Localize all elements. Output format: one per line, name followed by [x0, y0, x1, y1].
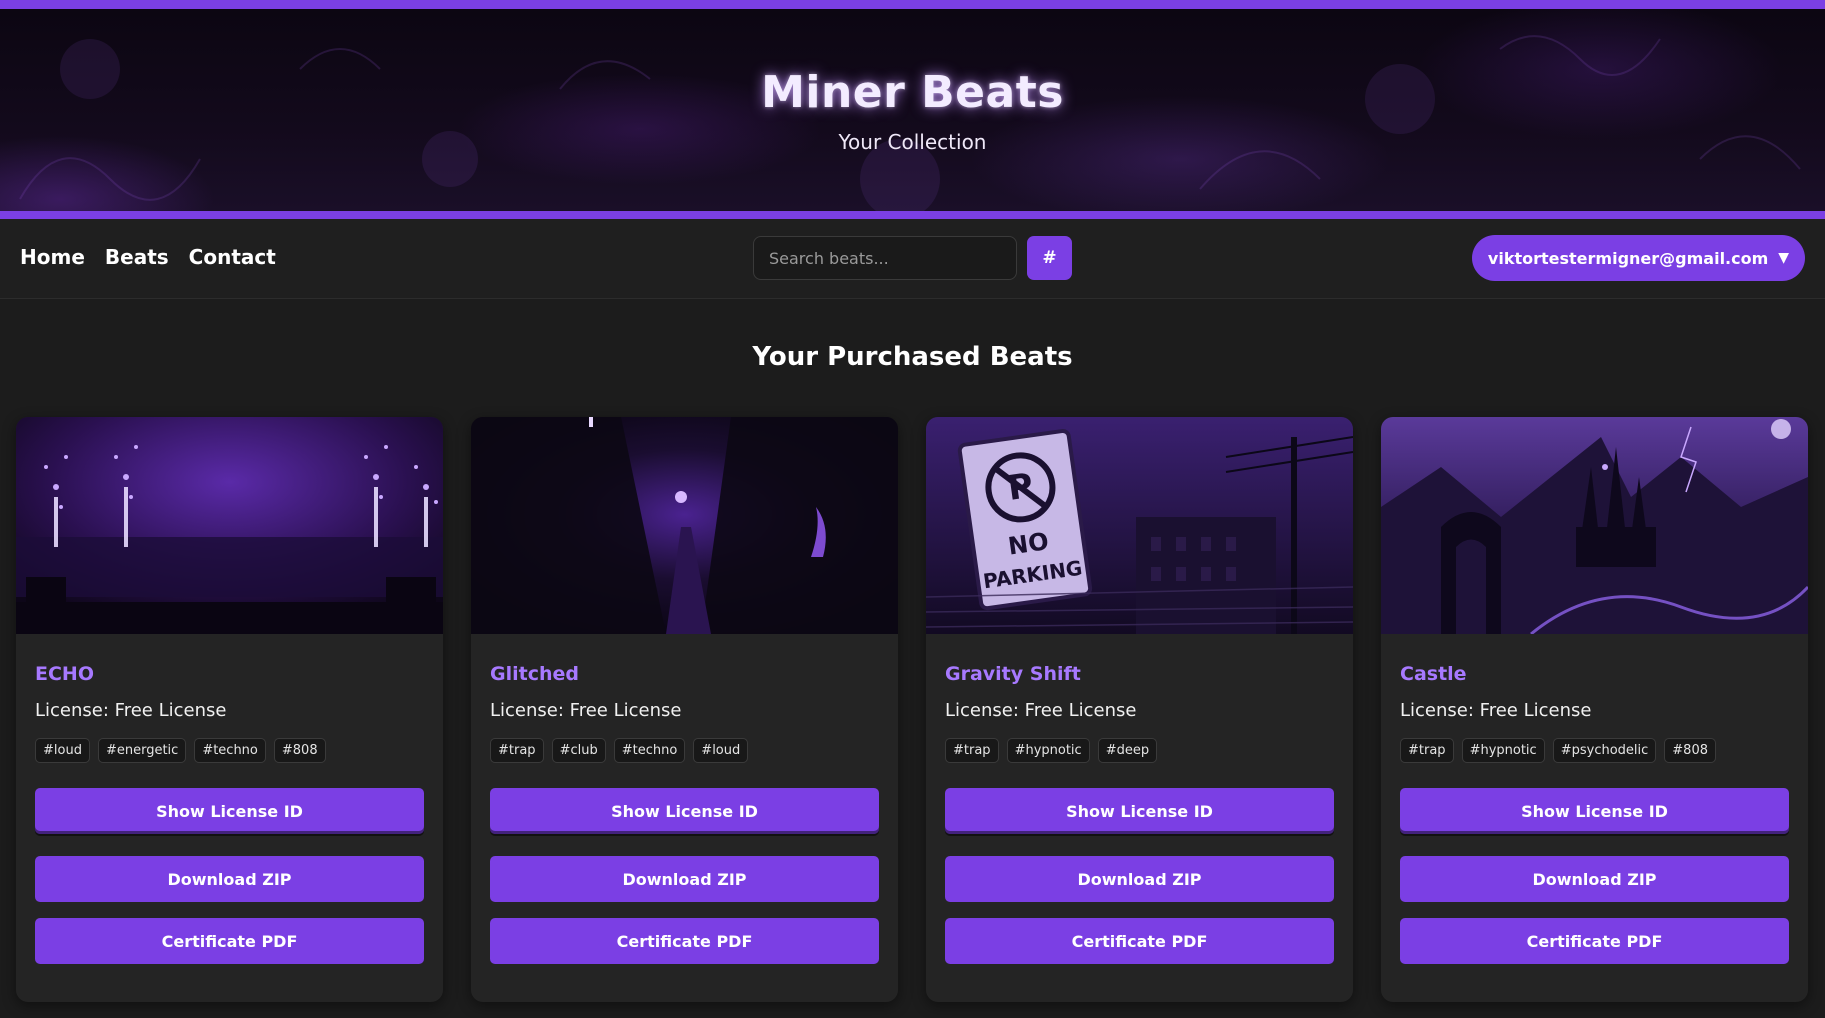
top-accent-line	[0, 0, 1825, 9]
tag[interactable]: #hypnotic	[1006, 738, 1090, 763]
show-license-id-button[interactable]: Show License ID	[490, 788, 879, 834]
download-zip-button[interactable]: Download ZIP	[35, 856, 424, 902]
beat-card: P NO PARKING Gravity Shift License: Free…	[926, 417, 1353, 1002]
tag[interactable]: #trap	[945, 738, 999, 763]
user-email: viktortestermigner@gmail.com	[1487, 248, 1769, 268]
site-title: Miner Beats	[761, 67, 1064, 118]
svg-text:NO: NO	[1006, 527, 1050, 560]
show-license-id-button[interactable]: Show License ID	[945, 788, 1334, 834]
tag[interactable]: #techno	[613, 738, 686, 763]
user-menu-button[interactable]: viktortestermigner@gmail.com ▼	[1472, 235, 1805, 281]
download-zip-button[interactable]: Download ZIP	[945, 856, 1334, 902]
nav-links: Home Beats Contact	[20, 245, 276, 269]
beat-title: ECHO	[35, 663, 94, 685]
tag-list: #trap #hypnotic #psychodelic #808	[1400, 738, 1716, 763]
beat-title: Glitched	[490, 663, 579, 685]
beat-cover-image: P NO PARKING	[926, 417, 1353, 634]
show-license-id-button[interactable]: Show License ID	[1400, 788, 1789, 834]
navbar: Home Beats Contact # viktortestermigner@…	[0, 219, 1825, 299]
beat-license: License: Free License	[945, 700, 1137, 721]
beat-card: Glitched License: Free License #trap #cl…	[471, 417, 898, 1002]
hero-accent-line	[0, 211, 1825, 219]
tag[interactable]: #club	[551, 738, 606, 763]
download-zip-button[interactable]: Download ZIP	[1400, 856, 1789, 902]
beat-title: Castle	[1400, 663, 1467, 685]
tag[interactable]: #808	[1664, 738, 1716, 763]
site-subtitle: Your Collection	[838, 130, 987, 154]
hero-banner: Miner Beats Your Collection	[0, 9, 1825, 211]
certificate-pdf-button[interactable]: Certificate PDF	[945, 918, 1334, 964]
nav-link-home[interactable]: Home	[20, 245, 85, 269]
tag[interactable]: #loud	[693, 738, 749, 763]
certificate-pdf-button[interactable]: Certificate PDF	[1400, 918, 1789, 964]
caret-down-icon: ▼	[1778, 250, 1790, 266]
beat-card: ECHO License: Free License #loud #energe…	[16, 417, 443, 1002]
hashtag-search-button[interactable]: #	[1027, 236, 1072, 280]
download-zip-button[interactable]: Download ZIP	[490, 856, 879, 902]
search-input[interactable]	[753, 236, 1017, 280]
page-heading: Your Purchased Beats	[752, 342, 1073, 372]
tag-list: #loud #energetic #techno #808	[35, 738, 326, 763]
tag[interactable]: #trap	[490, 738, 544, 763]
beat-cover-image	[1381, 417, 1808, 634]
beat-license: License: Free License	[35, 700, 227, 721]
tag[interactable]: #808	[273, 738, 326, 763]
tag-list: #trap #club #techno #loud	[490, 738, 749, 763]
tag[interactable]: #psychodelic	[1552, 738, 1657, 763]
beat-cover-image	[471, 417, 898, 634]
tag[interactable]: #loud	[35, 738, 90, 763]
beat-cover-image	[16, 417, 443, 634]
nav-link-beats[interactable]: Beats	[105, 245, 169, 269]
tag-list: #trap #hypnotic #deep	[945, 738, 1158, 763]
tag[interactable]: #hypnotic	[1461, 738, 1545, 763]
nav-link-contact[interactable]: Contact	[189, 245, 276, 269]
beat-license: License: Free License	[490, 700, 682, 721]
beat-card: Castle License: Free License #trap #hypn…	[1381, 417, 1808, 1002]
tag[interactable]: #trap	[1400, 738, 1454, 763]
certificate-pdf-button[interactable]: Certificate PDF	[490, 918, 879, 964]
beat-license: License: Free License	[1400, 700, 1592, 721]
beat-title: Gravity Shift	[945, 663, 1081, 685]
certificate-pdf-button[interactable]: Certificate PDF	[35, 918, 424, 964]
show-license-id-button[interactable]: Show License ID	[35, 788, 424, 834]
tag[interactable]: #deep	[1097, 738, 1158, 763]
tag[interactable]: #energetic	[97, 738, 187, 763]
tag[interactable]: #techno	[194, 738, 266, 763]
